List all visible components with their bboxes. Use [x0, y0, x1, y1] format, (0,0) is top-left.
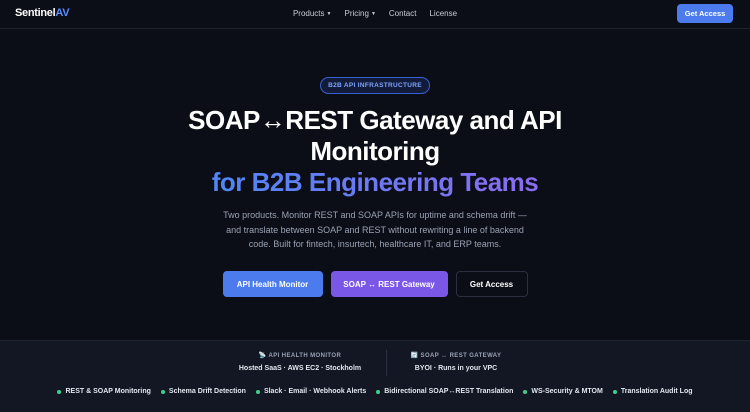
- product-desc: Hosted SaaS · AWS EC2 · Stockholm: [238, 365, 362, 372]
- dot-icon: [612, 389, 617, 394]
- product-label: 📡 API HEALTH MONITOR: [258, 353, 342, 359]
- chevron-down-icon: ▼: [370, 10, 376, 17]
- feature-item: WS-Security & MTOM: [523, 388, 603, 395]
- nav-get-access-button[interactable]: Get Access: [677, 4, 733, 23]
- hero-badge: B2B API INFRASTRUCTURE: [320, 77, 430, 94]
- hero-title-line-3: for B2B Engineering Teams: [150, 167, 600, 198]
- hero-title-line-1: SOAP↔REST Gateway and API: [188, 105, 562, 135]
- nav-link-license[interactable]: License: [429, 9, 457, 18]
- feature-item: Translation Audit Log: [612, 388, 693, 395]
- nav-link-contact[interactable]: Contact: [389, 9, 417, 18]
- feature-item: REST & SOAP Monitoring: [57, 388, 151, 395]
- dot-icon: [255, 389, 260, 394]
- dot-icon: [376, 389, 381, 394]
- nav-link-pricing[interactable]: Pricing ▼: [344, 9, 375, 18]
- nav-link-label: Contact: [388, 9, 417, 18]
- nav-link-label: License: [429, 9, 458, 18]
- top-nav: SentinelAV Products ▼ Pricing ▼ Contact …: [0, 0, 750, 29]
- satellite-icon: 📡: [258, 353, 267, 359]
- refresh-icon: 🔄: [410, 353, 419, 359]
- product-desc: BYOI · Runs in your VPC: [414, 365, 498, 372]
- dot-icon: [160, 389, 165, 394]
- nav-links: Products ▼ Pricing ▼ Contact License: [0, 9, 750, 18]
- api-health-monitor-button[interactable]: API Health Monitor: [222, 271, 323, 297]
- hero-cta-row: API Health Monitor SOAP ↔ REST Gateway G…: [0, 271, 750, 297]
- nav-link-label: Pricing: [344, 9, 369, 18]
- feature-item: Bidirectional SOAP↔REST Translation: [376, 388, 513, 395]
- soap-rest-gateway-button[interactable]: SOAP ↔ REST Gateway: [330, 271, 448, 297]
- hero-get-access-button[interactable]: Get Access: [455, 271, 528, 297]
- product-api-health-monitor: 📡 API HEALTH MONITOR Hosted SaaS · AWS E…: [210, 352, 390, 372]
- product-label: 🔄 SOAP ↔ REST GATEWAY: [410, 353, 502, 359]
- products-strip: 📡 API HEALTH MONITOR Hosted SaaS · AWS E…: [0, 340, 750, 412]
- feature-list: REST & SOAP Monitoring Schema Drift Dete…: [0, 388, 750, 395]
- hero-title-line-2: Monitoring: [310, 136, 440, 166]
- hero-subtitle: Two products. Monitor REST and SOAP APIs…: [223, 210, 527, 249]
- hero-title: SOAP↔REST Gateway and API Monitoring for…: [150, 105, 600, 198]
- feature-item: Schema Drift Detection: [160, 388, 246, 395]
- hero-title-gradient: for B2B Engineering Teams: [211, 167, 539, 197]
- feature-item: Slack · Email · Webhook Alerts: [255, 388, 366, 395]
- nav-link-label: Products: [292, 9, 325, 18]
- chevron-down-icon: ▼: [326, 10, 332, 17]
- nav-link-products[interactable]: Products ▼: [293, 9, 332, 18]
- product-soap-rest-gateway: 🔄 SOAP ↔ REST GATEWAY BYOI · Runs in you…: [366, 352, 546, 372]
- dot-icon: [57, 389, 62, 394]
- dot-icon: [523, 389, 528, 394]
